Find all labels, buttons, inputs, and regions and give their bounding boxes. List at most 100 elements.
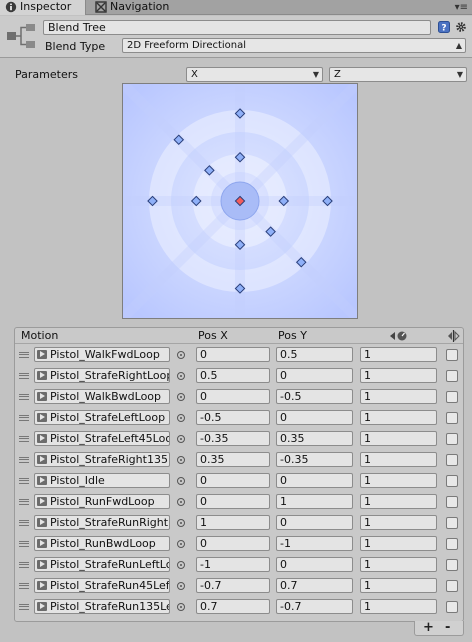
motion-clip-field[interactable]: Pistol_Idle: [34, 473, 170, 488]
tab-menu-icon[interactable]: ▾≡: [455, 2, 468, 13]
pos-x-field[interactable]: -0.5: [196, 410, 270, 425]
drag-handle-icon[interactable]: [19, 457, 29, 463]
blend-type-dropdown[interactable]: 2D Freeform Directional ▲: [122, 38, 466, 53]
pos-x-field[interactable]: -0.7: [196, 578, 270, 593]
mirror-checkbox[interactable]: [446, 349, 458, 361]
pos-y-field[interactable]: 0.35: [276, 431, 353, 446]
pos-y-field[interactable]: 0: [276, 515, 353, 530]
object-picker-icon[interactable]: [177, 498, 185, 506]
tab-inspector[interactable]: Inspector: [0, 0, 86, 15]
speed-field[interactable]: 1: [360, 599, 437, 614]
pos-y-field[interactable]: 0: [276, 473, 353, 488]
speed-field[interactable]: 1: [360, 410, 437, 425]
pos-x-field[interactable]: 0: [196, 347, 270, 362]
motion-clip-field[interactable]: Pistol_WalkFwdLoop: [34, 347, 170, 362]
blend-tree-name-field[interactable]: Blend Tree: [43, 20, 431, 35]
pos-y-field[interactable]: 0.7: [276, 578, 353, 593]
motion-clip-field[interactable]: Pistol_RunFwdLoop: [34, 494, 170, 509]
mirror-checkbox[interactable]: [446, 517, 458, 529]
object-picker-icon[interactable]: [177, 372, 185, 380]
speed-field[interactable]: 1: [360, 347, 437, 362]
mirror-checkbox[interactable]: [446, 580, 458, 592]
mirror-checkbox[interactable]: [446, 433, 458, 445]
object-picker-icon[interactable]: [177, 435, 185, 443]
gear-icon[interactable]: [455, 21, 467, 33]
motion-clip-field[interactable]: Pistol_WalkBwdLoop: [34, 389, 170, 404]
object-picker-icon[interactable]: [177, 393, 185, 401]
object-picker-icon[interactable]: [177, 519, 185, 527]
pos-x-field[interactable]: 0.35: [196, 452, 270, 467]
drag-handle-icon[interactable]: [19, 394, 29, 400]
help-icon[interactable]: ?: [438, 21, 450, 33]
drag-handle-icon[interactable]: [19, 604, 29, 610]
pos-y-field[interactable]: -0.5: [276, 389, 353, 404]
motion-clip-field[interactable]: Pistol_StrafeRun45LeftLoop: [34, 578, 170, 593]
motion-clip-field[interactable]: Pistol_StrafeRunLeftLoop: [34, 557, 170, 572]
pos-x-field[interactable]: 0.5: [196, 368, 270, 383]
pos-y-field[interactable]: -0.7: [276, 599, 353, 614]
motion-clip-field[interactable]: Pistol_StrafeRunRightLoop: [34, 515, 170, 530]
motion-clip-field[interactable]: Pistol_StrafeRun135LeftLoop: [34, 599, 170, 614]
motion-clip-field[interactable]: Pistol_StrafeLeft45Loop: [34, 431, 170, 446]
pos-x-field[interactable]: 0: [196, 494, 270, 509]
pos-x-field[interactable]: -0.35: [196, 431, 270, 446]
drag-handle-icon[interactable]: [19, 478, 29, 484]
speed-field[interactable]: 1: [360, 536, 437, 551]
drag-handle-icon[interactable]: [19, 352, 29, 358]
mirror-checkbox[interactable]: [446, 475, 458, 487]
speed-field[interactable]: 1: [360, 494, 437, 509]
speed-field[interactable]: 1: [360, 515, 437, 530]
speed-field[interactable]: 1: [360, 452, 437, 467]
drag-handle-icon[interactable]: [19, 373, 29, 379]
mirror-checkbox[interactable]: [446, 538, 458, 550]
mirror-checkbox[interactable]: [446, 370, 458, 382]
blend-space-graph[interactable]: [122, 83, 358, 319]
motion-clip-field[interactable]: Pistol_StrafeLeftLoop: [34, 410, 170, 425]
mirror-checkbox[interactable]: [446, 601, 458, 613]
drag-handle-icon[interactable]: [19, 541, 29, 547]
mirror-checkbox[interactable]: [446, 412, 458, 424]
mirror-checkbox[interactable]: [446, 496, 458, 508]
mirror-checkbox[interactable]: [446, 391, 458, 403]
speed-field[interactable]: 1: [360, 368, 437, 383]
pos-y-field[interactable]: 0.5: [276, 347, 353, 362]
speed-field[interactable]: 1: [360, 389, 437, 404]
speed-field[interactable]: 1: [360, 431, 437, 446]
mirror-checkbox[interactable]: [446, 454, 458, 466]
pos-x-field[interactable]: 0: [196, 389, 270, 404]
pos-x-field[interactable]: -1: [196, 557, 270, 572]
x-parameter-dropdown[interactable]: X ▼: [186, 67, 323, 82]
remove-motion-button[interactable]: -: [445, 621, 450, 635]
drag-handle-icon[interactable]: [19, 562, 29, 568]
pos-y-field[interactable]: 0: [276, 410, 353, 425]
pos-y-field[interactable]: 0: [276, 557, 353, 572]
motion-clip-field[interactable]: Pistol_StrafeRight135Loop: [34, 452, 170, 467]
speed-field[interactable]: 1: [360, 473, 437, 488]
mirror-checkbox[interactable]: [446, 559, 458, 571]
drag-handle-icon[interactable]: [19, 520, 29, 526]
object-picker-icon[interactable]: [177, 477, 185, 485]
drag-handle-icon[interactable]: [19, 583, 29, 589]
speed-field[interactable]: 1: [360, 578, 437, 593]
pos-x-field[interactable]: 1: [196, 515, 270, 530]
y-parameter-dropdown[interactable]: Z ▼: [329, 67, 467, 82]
object-picker-icon[interactable]: [177, 540, 185, 548]
pos-x-field[interactable]: 0.7: [196, 599, 270, 614]
pos-x-field[interactable]: 0: [196, 473, 270, 488]
motion-clip-field[interactable]: Pistol_RunBwdLoop: [34, 536, 170, 551]
motion-clip-field[interactable]: Pistol_StrafeRightLoop: [34, 368, 170, 383]
object-picker-icon[interactable]: [177, 351, 185, 359]
object-picker-icon[interactable]: [177, 561, 185, 569]
tab-navigation[interactable]: Navigation: [90, 0, 186, 15]
pos-y-field[interactable]: -0.35: [276, 452, 353, 467]
object-picker-icon[interactable]: [177, 582, 185, 590]
blend-space-canvas[interactable]: [123, 84, 357, 318]
object-picker-icon[interactable]: [177, 456, 185, 464]
speed-field[interactable]: 1: [360, 557, 437, 572]
pos-y-field[interactable]: 0: [276, 368, 353, 383]
pos-x-field[interactable]: 0: [196, 536, 270, 551]
pos-y-field[interactable]: -1: [276, 536, 353, 551]
object-picker-icon[interactable]: [177, 414, 185, 422]
add-motion-button[interactable]: +: [423, 621, 434, 635]
drag-handle-icon[interactable]: [19, 436, 29, 442]
